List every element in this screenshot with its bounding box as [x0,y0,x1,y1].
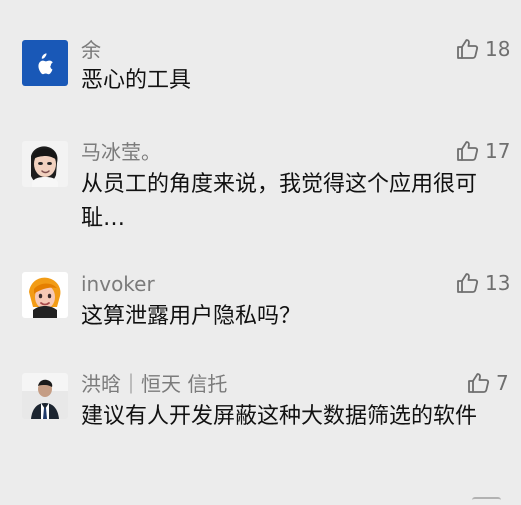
comment-item-4: 洪晗｜恒天 信托 建议有人开发屏蔽这种大数据筛选的软件 7 [0,348,521,505]
like-button[interactable]: 13 [455,271,510,295]
thumb-up-icon [468,373,490,393]
comment-item-2: 马冰莹。 从员工的角度来说，我觉得这个应用很可耻… 17 [0,104,521,242]
comment-text: 建议有人开发屏蔽这种大数据筛选的软件 [81,404,478,429]
like-count: 13 [485,271,511,295]
comment-text: 恶心的工具 [81,68,192,93]
person-photo-avatar-icon [22,373,68,419]
avatar-apple[interactable] [22,40,68,86]
cartoon-orange-hair-avatar-icon [22,272,68,318]
comment-text: 从员工的角度来说，我觉得这个应用很可耻… [81,172,478,231]
avatar-cartoon[interactable] [22,272,68,318]
comment-item-3: invoker 这算泄露用户隐私吗？ 13 [0,242,521,348]
thumb-up-icon [457,39,479,59]
commenter-name[interactable]: 余 [81,38,101,62]
thumb-up-icon [457,273,479,293]
avatar-girl[interactable] [22,141,68,187]
like-button[interactable]: 7 [466,371,509,395]
like-button[interactable]: 17 [455,139,510,163]
like-count: 17 [485,139,511,163]
avatar-person[interactable] [22,373,68,419]
comment-item-1: 余 恶心的工具 18 [0,0,521,104]
comment-text: 这算泄露用户隐私吗？ [81,304,302,329]
commenter-name[interactable]: invoker [81,272,155,296]
apple-logo-icon [22,40,68,86]
commenter-name[interactable]: 洪晗｜恒天 信托 [81,372,227,396]
partial-next-item [472,497,501,503]
commenter-name[interactable]: 马冰莹。 [81,140,161,164]
like-count: 18 [485,37,511,61]
like-button[interactable]: 18 [455,37,510,61]
cartoon-girl-avatar-icon [22,141,68,187]
like-count: 7 [496,371,509,395]
thumb-up-icon [457,141,479,161]
comment-list: 余 恶心的工具 18 马冰莹。 从员工的角度来说，我觉得这个应用很可耻… 17 … [0,0,521,505]
